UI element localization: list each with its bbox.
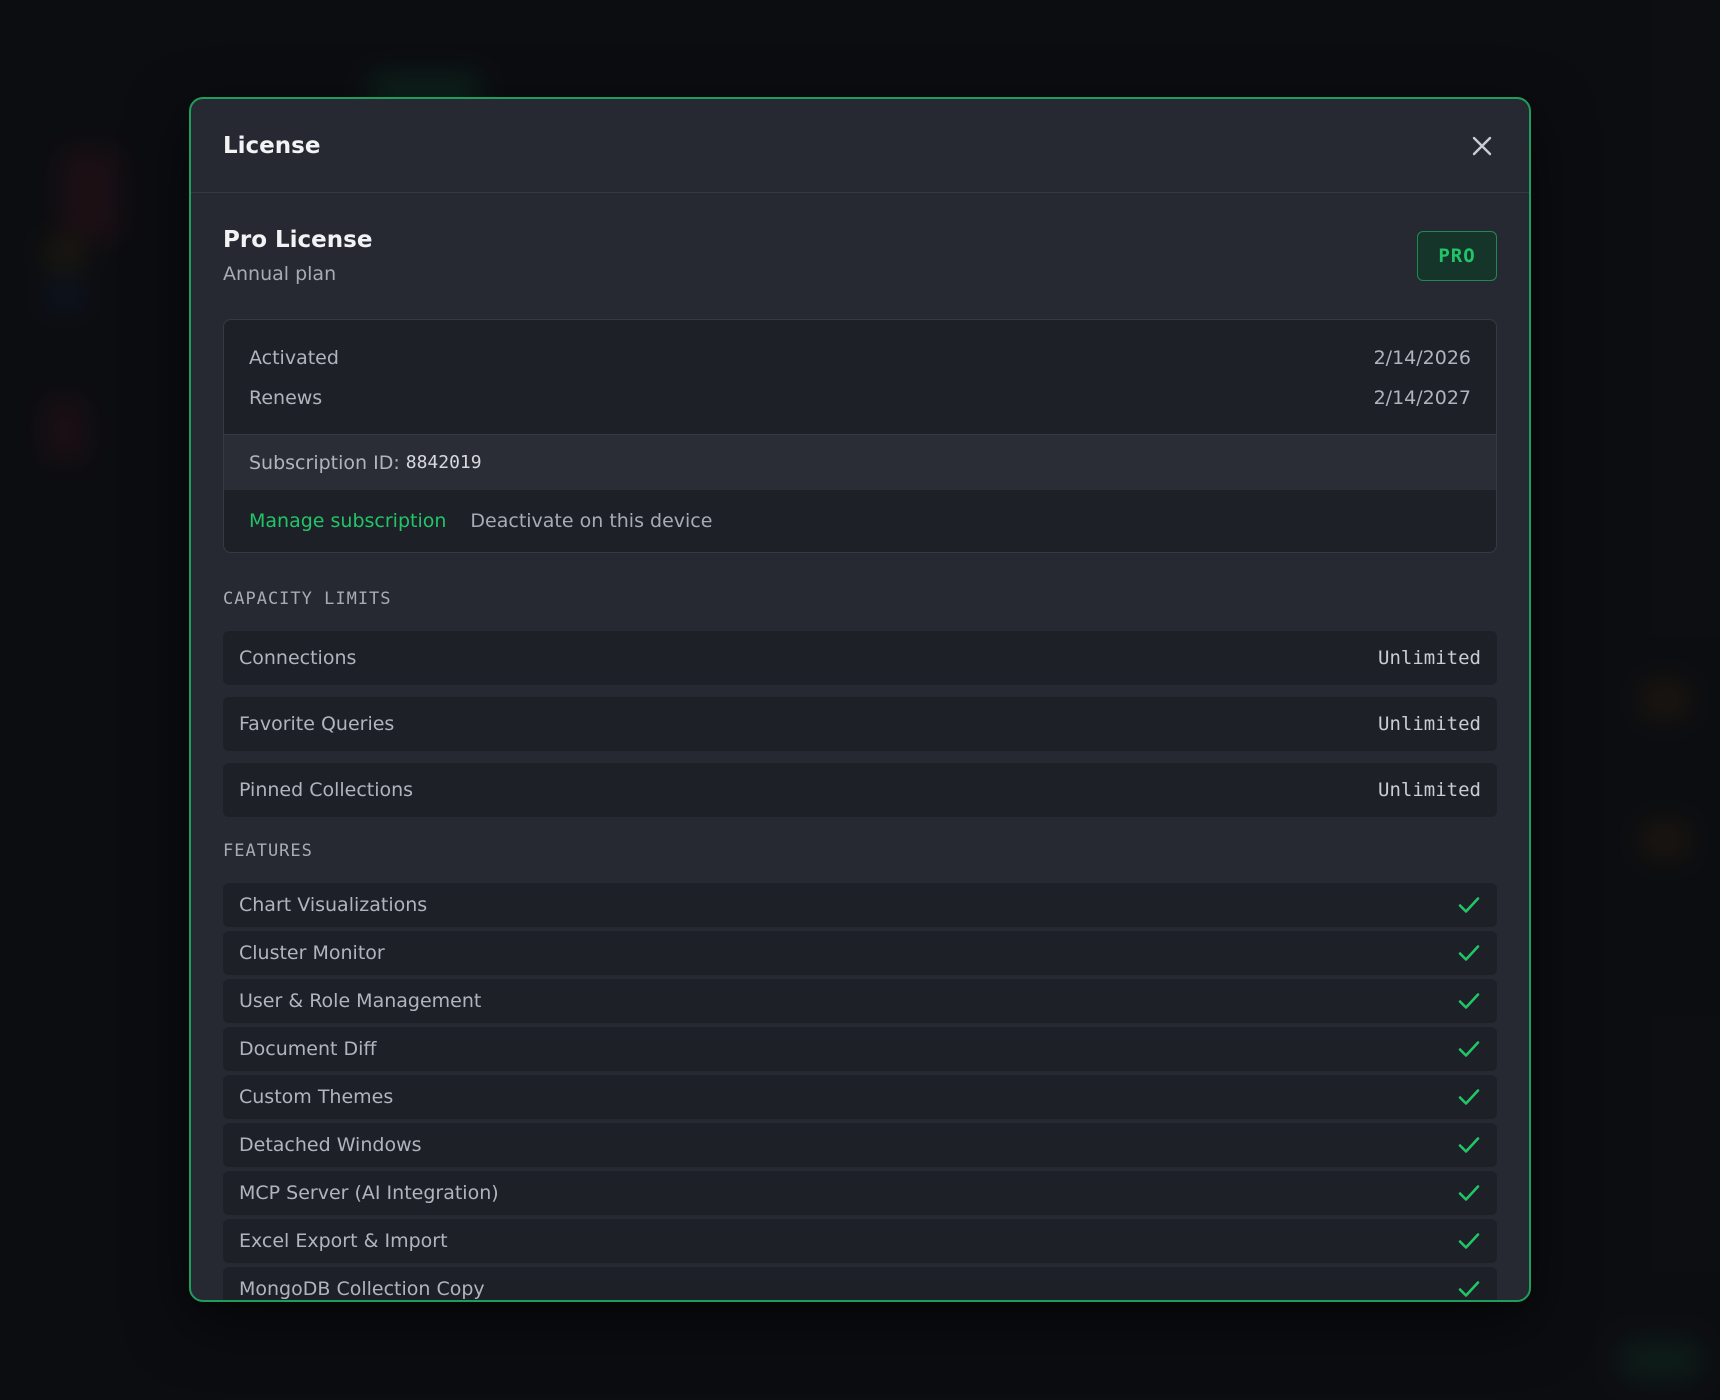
features-heading: FEATURES bbox=[223, 841, 313, 861]
feature-row: Custom Themes bbox=[223, 1075, 1497, 1119]
check-icon bbox=[1457, 1133, 1481, 1157]
subscription-id: 8842019 bbox=[405, 452, 482, 473]
deactivate-device-link[interactable]: Deactivate on this device bbox=[470, 510, 712, 532]
renews-value: 2/14/2027 bbox=[1373, 387, 1471, 409]
feature-label: Excel Export & Import bbox=[239, 1230, 448, 1252]
feature-row: Document Diff bbox=[223, 1027, 1497, 1071]
subscription-actions: Manage subscription Deactivate on this d… bbox=[224, 490, 1496, 552]
feature-label: Document Diff bbox=[239, 1038, 377, 1060]
feature-label: MongoDB Collection Copy bbox=[239, 1278, 485, 1300]
feature-row: Cluster Monitor bbox=[223, 931, 1497, 975]
features-list: Chart Visualizations Cluster Monitor User … bbox=[223, 883, 1497, 1300]
feature-label: Detached Windows bbox=[239, 1134, 422, 1156]
activated-value: 2/14/2026 bbox=[1373, 347, 1471, 369]
dialog-body: Pro License Annual plan PRO Activated 2/… bbox=[191, 193, 1529, 1300]
capacity-label: Pinned Collections bbox=[239, 779, 414, 801]
license-details: Activated 2/14/2026 Renews 2/14/2027 Sub… bbox=[223, 319, 1497, 553]
capacity-row: Pinned Collections Unlimited bbox=[223, 763, 1497, 817]
feature-label: User & Role Management bbox=[239, 990, 482, 1012]
feature-row: User & Role Management bbox=[223, 979, 1497, 1023]
subscription-label: Subscription ID: bbox=[249, 451, 400, 474]
capacity-row: Favorite Queries Unlimited bbox=[223, 697, 1497, 751]
capacity-list: Connections Unlimited Favorite Queries U… bbox=[223, 631, 1497, 817]
capacity-label: Favorite Queries bbox=[239, 713, 395, 735]
feature-label: Custom Themes bbox=[239, 1086, 394, 1108]
capacity-value: Unlimited bbox=[1378, 647, 1481, 669]
check-icon bbox=[1457, 1181, 1481, 1205]
capacity-heading: CAPACITY LIMITS bbox=[223, 589, 392, 609]
plan-name: Pro License bbox=[223, 227, 373, 253]
renews-label: Renews bbox=[249, 387, 323, 409]
plan-summary: Pro License Annual plan PRO bbox=[223, 227, 1497, 285]
capacity-row: Connections Unlimited bbox=[223, 631, 1497, 685]
capacity-label: Connections bbox=[239, 647, 357, 669]
license-dialog: License Pro License Annual plan PRO Acti… bbox=[189, 97, 1531, 1302]
check-icon bbox=[1457, 989, 1481, 1013]
capacity-value: Unlimited bbox=[1378, 713, 1481, 735]
check-icon bbox=[1457, 1277, 1481, 1300]
feature-label: Chart Visualizations bbox=[239, 894, 428, 916]
feature-label: Cluster Monitor bbox=[239, 942, 385, 964]
activated-row: Activated 2/14/2026 bbox=[249, 338, 1471, 378]
check-icon bbox=[1457, 893, 1481, 917]
renews-row: Renews 2/14/2027 bbox=[249, 378, 1471, 418]
feature-row: MongoDB Collection Copy bbox=[223, 1267, 1497, 1300]
close-icon bbox=[1472, 136, 1492, 155]
check-icon bbox=[1457, 1229, 1481, 1253]
activated-label: Activated bbox=[249, 347, 339, 369]
dialog-title: License bbox=[223, 132, 321, 159]
feature-label: MCP Server (AI Integration) bbox=[239, 1182, 499, 1204]
dialog-header: License bbox=[191, 99, 1529, 193]
feature-row: MCP Server (AI Integration) bbox=[223, 1171, 1497, 1215]
feature-row: Chart Visualizations bbox=[223, 883, 1497, 927]
feature-row: Detached Windows bbox=[223, 1123, 1497, 1167]
check-icon bbox=[1457, 1085, 1481, 1109]
feature-row: Excel Export & Import bbox=[223, 1219, 1497, 1263]
plan-cycle: Annual plan bbox=[223, 263, 337, 285]
check-icon bbox=[1457, 1037, 1481, 1061]
check-icon bbox=[1457, 941, 1481, 965]
manage-subscription-link[interactable]: Manage subscription bbox=[249, 510, 446, 532]
license-dates: Activated 2/14/2026 Renews 2/14/2027 bbox=[224, 320, 1496, 434]
plan-badge: PRO bbox=[1417, 231, 1497, 281]
close-button[interactable] bbox=[1467, 131, 1497, 161]
capacity-value: Unlimited bbox=[1378, 779, 1481, 801]
subscription-row: Subscription ID: 8842019 bbox=[224, 434, 1496, 490]
